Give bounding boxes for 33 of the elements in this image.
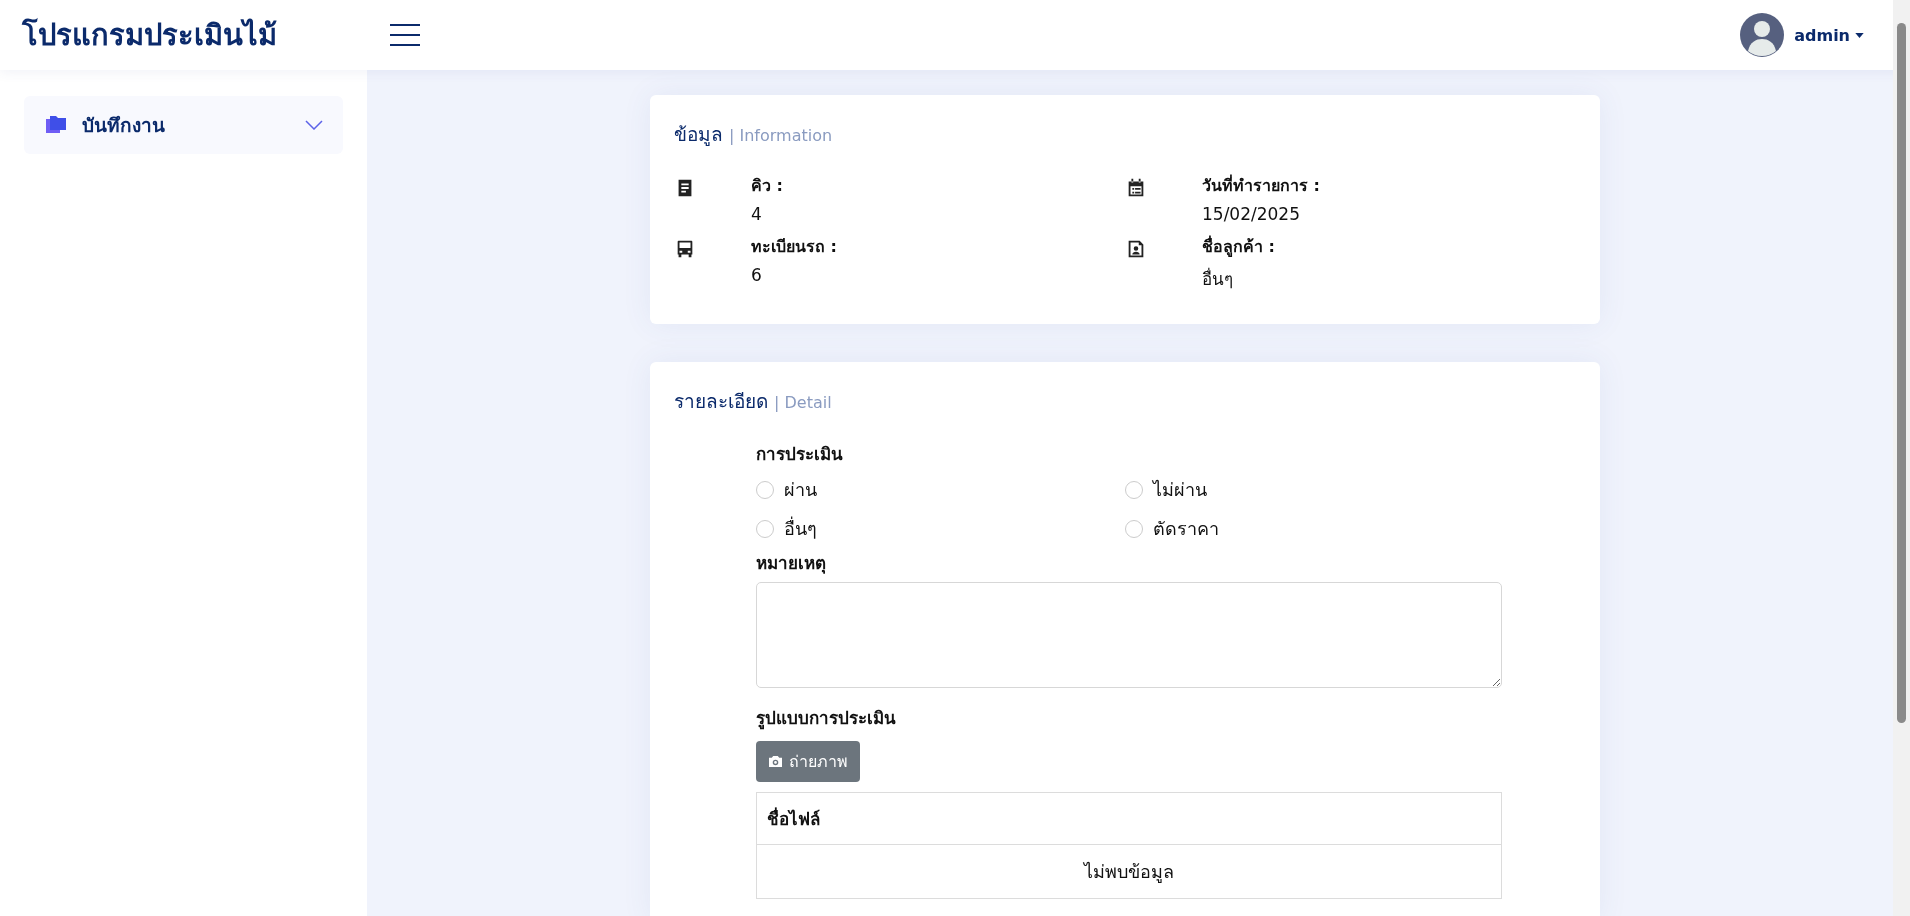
avatar-icon[interactable] xyxy=(1740,13,1785,57)
field-label: วันที่ทำรายการ : xyxy=(1202,173,1320,197)
radio-label[interactable]: ไม่ผ่าน xyxy=(1153,475,1207,504)
column-header: ชื่อไฟล์ xyxy=(756,792,1502,845)
radio-label[interactable]: ผ่าน xyxy=(784,475,817,504)
field-value: 15/02/2025 xyxy=(1202,204,1301,224)
radio-label[interactable]: อื่นๆ xyxy=(784,514,817,543)
radio-label[interactable]: ตัดราคา xyxy=(1153,514,1219,543)
field-label: คิว : xyxy=(751,175,783,197)
user-menu-button[interactable]: admin xyxy=(1794,25,1864,45)
sidebar-label: บันทึกงาน xyxy=(82,113,166,138)
empty-message: ไม่พบข้อมูล xyxy=(756,844,1502,899)
field-label: ทะเบียนรถ : xyxy=(751,236,837,258)
card-title: ข้อมูล xyxy=(674,122,723,148)
section-label: รูปแบบการประเมิน xyxy=(756,707,897,731)
field-label: ชื่อลูกค้า : xyxy=(1202,234,1275,259)
camera-icon xyxy=(768,755,783,768)
section-label: หมายเหตุ xyxy=(756,552,827,576)
caret-icon xyxy=(1855,32,1864,38)
field-value: 6 xyxy=(751,265,763,285)
card-subtitle: | Information xyxy=(729,126,833,145)
take-photo-button[interactable]: ถ่ายภาพ xyxy=(756,741,860,782)
section-label: การประเมิน xyxy=(756,443,844,466)
menu-icon[interactable] xyxy=(390,24,420,46)
note-field[interactable] xyxy=(756,582,1502,688)
field-value: อื่นๆ xyxy=(1202,266,1234,291)
chevron-icon xyxy=(305,120,323,130)
app-title: โปรแกรมประเมินไม้ xyxy=(22,17,278,54)
card-title: รายละเอียด xyxy=(674,389,768,414)
card-subtitle: | Detail xyxy=(774,393,832,412)
sidebar-item[interactable]: บันทึกงาน xyxy=(24,96,343,154)
field-value: 4 xyxy=(751,204,763,224)
scrollbar[interactable] xyxy=(1893,0,1910,916)
